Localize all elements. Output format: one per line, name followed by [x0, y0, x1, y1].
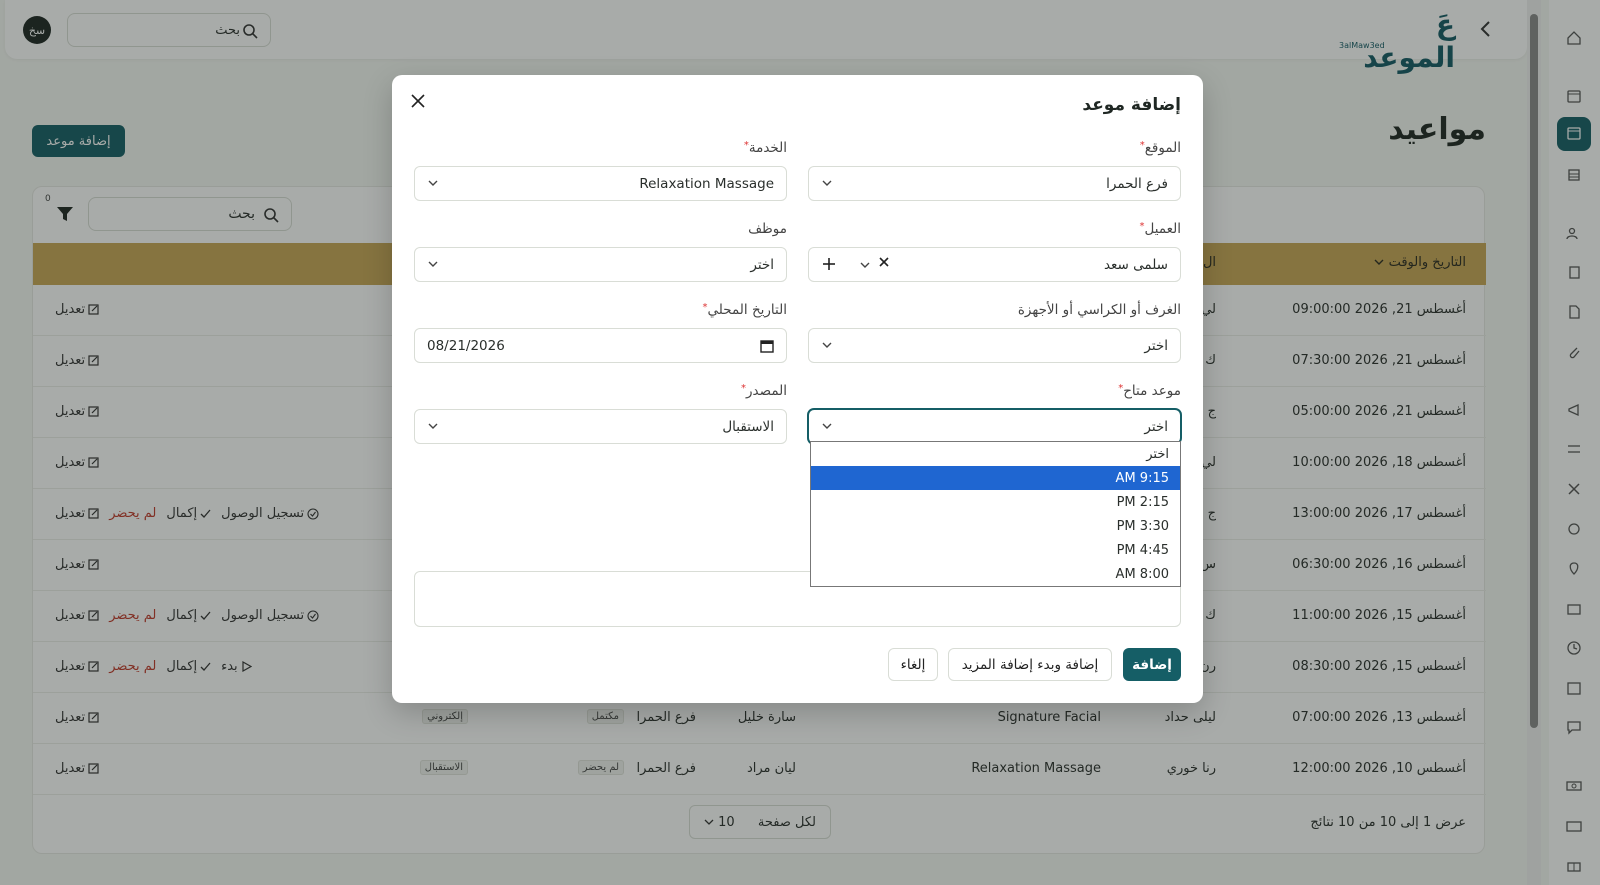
staff-label: موظف: [748, 221, 787, 237]
add-appointment-modal: إضافة موعد الموقع* فرع الحمرا العميل* سل…: [392, 75, 1203, 703]
add-button[interactable]: إضافة: [1123, 648, 1181, 681]
service-select[interactable]: Relaxation Massage: [414, 166, 787, 201]
slot-dropdown-list: اختر 9:15 AM 2:15 PM 3:30 PM 4:45 PM 8:00 AM: [810, 441, 1181, 587]
slot-option[interactable]: 9:15 AM: [811, 466, 1180, 490]
chevron-down-icon: [822, 423, 832, 429]
modal-title: إضافة موعد: [1082, 95, 1181, 115]
location-select[interactable]: فرع الحمرا: [808, 166, 1181, 201]
date-label: التاريخ المحلي*: [702, 302, 787, 318]
add-and-more-button[interactable]: إضافة وبدء إضافة المزيد: [948, 648, 1112, 681]
slot-option[interactable]: اختر: [811, 442, 1180, 466]
chevron-down-icon: [428, 423, 438, 429]
cancel-button[interactable]: إلغاء: [888, 648, 938, 681]
service-label: الخدمة*: [743, 140, 787, 156]
location-label: الموقع*: [1139, 140, 1181, 156]
add-client-icon[interactable]: [822, 257, 836, 275]
slot-select[interactable]: اختر: [808, 409, 1181, 444]
close-icon[interactable]: [408, 91, 428, 111]
slot-option[interactable]: 4:45 PM: [811, 538, 1180, 562]
source-label: المصدر*: [741, 383, 787, 399]
calendar-icon[interactable]: [760, 339, 774, 357]
date-input[interactable]: 08/21/2026: [414, 328, 787, 363]
chevron-down-icon[interactable]: [859, 259, 871, 275]
staff-select[interactable]: اختر: [414, 247, 787, 282]
slot-label: موعد متاح*: [1118, 383, 1181, 399]
rooms-label: الغرف أو الكراسي أو الأجهزة: [1017, 302, 1181, 318]
chevron-down-icon: [428, 180, 438, 186]
client-label: العميل*: [1139, 221, 1181, 237]
slot-option[interactable]: 3:30 PM: [811, 514, 1180, 538]
client-select[interactable]: سلمى سعد: [808, 247, 1181, 282]
chevron-down-icon: [822, 342, 832, 348]
slot-option[interactable]: 8:00 AM: [811, 562, 1180, 586]
slot-option[interactable]: 2:15 PM: [811, 490, 1180, 514]
chevron-down-icon: [428, 261, 438, 267]
chevron-down-icon: [822, 180, 832, 186]
clear-icon[interactable]: [878, 256, 890, 272]
source-select[interactable]: الاستقبال: [414, 409, 787, 444]
rooms-select[interactable]: اختر: [808, 328, 1181, 363]
